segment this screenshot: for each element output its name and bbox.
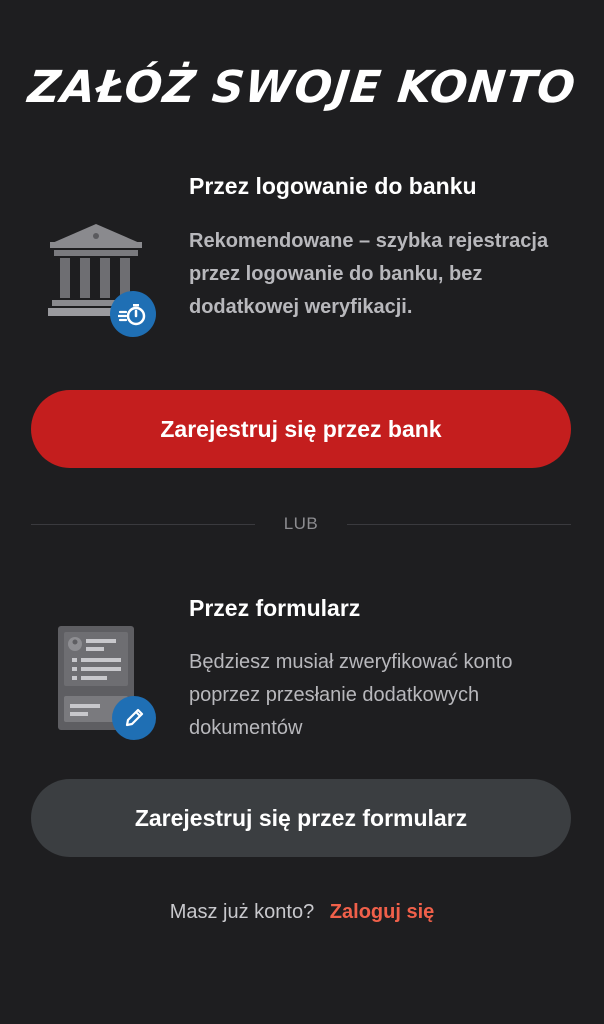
- login-prompt: Masz już konto? Zaloguj się: [0, 901, 604, 924]
- pencil-icon: [112, 696, 156, 740]
- register-via-bank-button[interactable]: Zarejestruj się przez bank: [31, 390, 571, 468]
- bank-section-description: Rekomendowane – szybka rejestracja przez…: [189, 230, 549, 318]
- page-title: ZAŁÓŻ SWOJE KONTO: [25, 62, 579, 113]
- login-question: Masz już konto?: [169, 901, 315, 923]
- login-link[interactable]: Zaloguj się: [330, 901, 434, 923]
- register-via-form-button[interactable]: Zarejestruj się przez formularz: [31, 779, 571, 857]
- form-section-description: Będziesz musiał zweryfikować konto poprz…: [189, 651, 513, 739]
- divider-line-right: [347, 524, 571, 525]
- fast-stopwatch-icon: [110, 291, 156, 337]
- form-section-heading: Przez formularz: [189, 595, 361, 621]
- bank-section-heading: Przez logowanie do banku: [189, 173, 477, 199]
- or-divider: LUB: [31, 514, 571, 536]
